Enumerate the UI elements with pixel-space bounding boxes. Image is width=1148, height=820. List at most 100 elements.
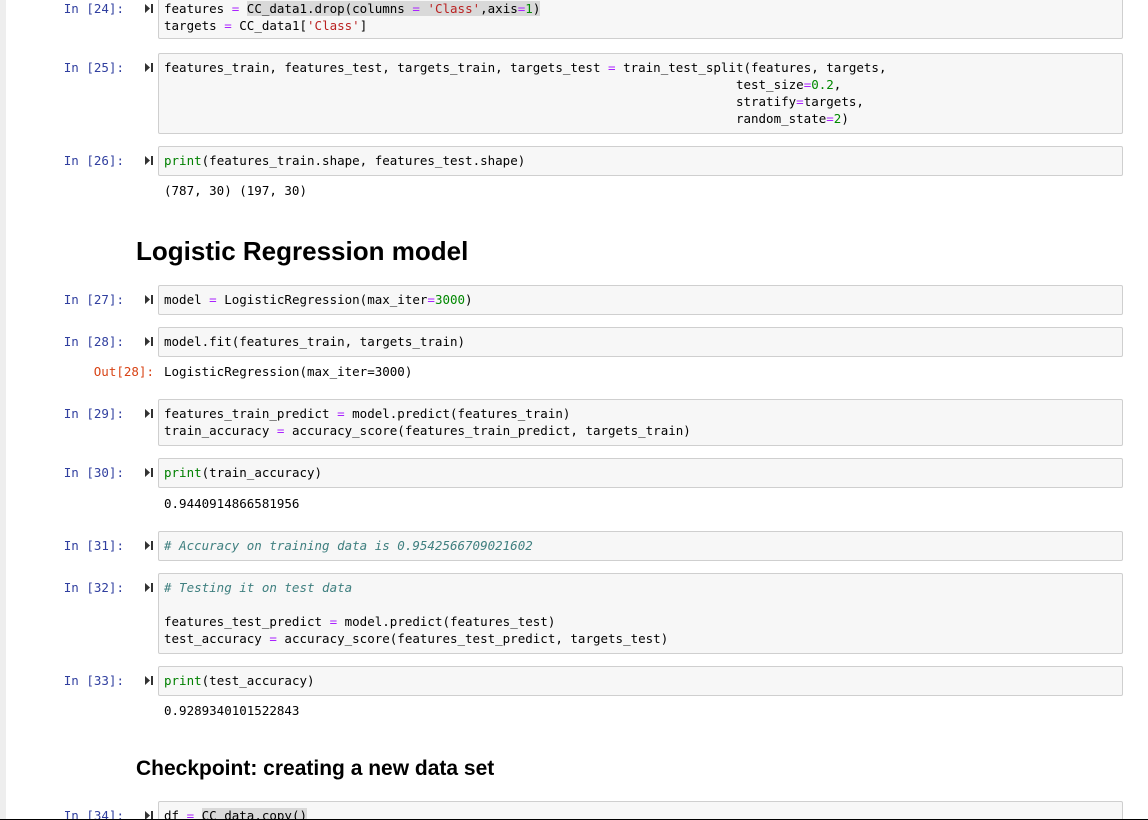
code-input[interactable]: model = LogisticRegression(max_iter=3000… xyxy=(158,285,1123,315)
input-prompt: In [30]: xyxy=(63,465,124,480)
code-token: 'Class' xyxy=(427,1,481,16)
code-token: CC_data1.drop(columns xyxy=(246,1,413,16)
run-cell-icon[interactable] xyxy=(144,59,154,76)
output-prompt: Out[28]: xyxy=(93,364,154,379)
input-prompt: In [29]: xyxy=(63,406,124,421)
input-prompt: In [24]: xyxy=(63,1,124,16)
code-text[interactable]: model.fit(features_train, targets_train) xyxy=(164,333,465,350)
code-token: train_test_split(features, targets, xyxy=(615,60,887,75)
code-token: ) xyxy=(841,111,849,126)
code-token: = xyxy=(224,18,232,33)
code-token: ,axis xyxy=(480,1,518,16)
section-heading: Logistic Regression model xyxy=(136,236,469,266)
code-token: 1 xyxy=(525,1,533,16)
code-token: print xyxy=(164,465,202,480)
notebook-page: In [24]: features = CC_data1.drop(column… xyxy=(6,0,1148,819)
input-prompt: In [26]: xyxy=(63,153,124,168)
code-input[interactable]: print(test_accuracy) xyxy=(158,666,1123,696)
code-text[interactable]: print(test_accuracy) xyxy=(164,672,315,689)
code-token: CC_data.copy() xyxy=(201,808,307,819)
code-token: features_train, features_test, targets_t… xyxy=(164,60,609,75)
code-token: print xyxy=(164,153,202,168)
run-cell-icon[interactable] xyxy=(144,464,154,481)
code-token: test_accuracy xyxy=(164,631,270,646)
code-token: 'Class' xyxy=(307,18,360,33)
code-token: = xyxy=(412,1,420,16)
code-input[interactable]: features_train, features_test, targets_t… xyxy=(158,53,1123,134)
code-token: model.predict(features_train) xyxy=(344,406,571,421)
code-token: LogisticRegression(max_iter xyxy=(216,292,428,307)
code-token: = xyxy=(269,631,277,646)
input-prompt: In [31]: xyxy=(63,538,124,553)
run-cell-icon[interactable] xyxy=(144,333,154,350)
code-token: CC_data1[ xyxy=(231,18,308,33)
code-token: , xyxy=(833,77,842,92)
code-input[interactable]: print(features_train.shape, features_tes… xyxy=(158,146,1123,176)
run-cell-icon[interactable] xyxy=(144,152,154,169)
code-token: ] xyxy=(359,18,368,33)
cell-output: 0.9289340101522843 xyxy=(164,703,300,718)
code-token: ) xyxy=(465,292,473,307)
code-token: = xyxy=(608,60,616,75)
code-token: = xyxy=(186,808,195,819)
input-prompt: In [27]: xyxy=(63,292,124,307)
code-token: features_test_predict xyxy=(164,614,330,629)
input-prompt: In [28]: xyxy=(63,334,124,349)
code-token: accuracy_score(features_train_predict, t… xyxy=(284,423,691,438)
run-cell-icon[interactable] xyxy=(144,579,154,596)
code-token: df xyxy=(164,808,187,819)
code-token: model xyxy=(164,292,210,307)
code-input[interactable]: features = CC_data1.drop(columns = 'Clas… xyxy=(158,0,1123,39)
code-input[interactable]: # Testing it on test data features_test_… xyxy=(158,573,1123,654)
code-token: test_size xyxy=(164,77,804,92)
code-token: print xyxy=(164,673,202,688)
input-prompt: In [25]: xyxy=(63,60,124,75)
code-text[interactable]: model = LogisticRegression(max_iter=3000… xyxy=(164,291,473,308)
input-prompt: In [34]: xyxy=(63,808,124,819)
run-cell-icon[interactable] xyxy=(144,0,154,17)
run-cell-icon[interactable] xyxy=(144,807,154,819)
code-token: # Accuracy on training data is 0.9542566… xyxy=(164,538,533,553)
code-input[interactable]: model.fit(features_train, targets_train) xyxy=(158,327,1123,357)
code-token: stratify xyxy=(164,94,797,109)
code-token: # Testing it on test data xyxy=(164,580,353,595)
code-token: 0.2 xyxy=(811,77,834,92)
input-prompt: In [32]: xyxy=(63,580,124,595)
code-text[interactable]: print(features_train.shape, features_tes… xyxy=(164,152,525,169)
code-text[interactable]: # Accuracy on training data is 0.9542566… xyxy=(164,537,533,554)
cell-output: LogisticRegression(max_iter=3000) xyxy=(164,364,413,379)
code-token: 3000 xyxy=(434,292,466,307)
code-input[interactable]: features_train_predict = model.predict(f… xyxy=(158,399,1123,446)
code-token: = xyxy=(826,111,834,126)
code-text[interactable]: print(train_accuracy) xyxy=(164,464,322,481)
code-text[interactable]: features_train_predict = model.predict(f… xyxy=(164,405,691,439)
section-heading: Checkpoint: creating a new data set xyxy=(136,757,495,780)
code-token: train_accuracy xyxy=(164,423,277,438)
run-cell-icon[interactable] xyxy=(144,405,154,422)
code-token: (train_accuracy) xyxy=(201,465,323,480)
run-cell-icon[interactable] xyxy=(144,537,154,554)
code-token: targets, xyxy=(803,94,864,109)
cell-output: 0.9440914866581956 xyxy=(164,496,300,511)
code-text[interactable]: # Testing it on test data features_test_… xyxy=(164,579,668,647)
code-text[interactable]: features_train, features_test, targets_t… xyxy=(164,59,886,127)
code-token: = xyxy=(427,292,435,307)
code-token: accuracy_score(features_test_predict, ta… xyxy=(276,631,669,646)
code-token: features_train_predict xyxy=(164,406,338,421)
code-input[interactable]: df = CC_data.copy() xyxy=(158,801,1123,819)
code-text[interactable]: df = CC_data.copy() xyxy=(164,807,307,819)
run-cell-icon[interactable] xyxy=(144,291,154,308)
code-token: = xyxy=(209,292,217,307)
code-token: (test_accuracy) xyxy=(201,673,315,688)
run-cell-icon[interactable] xyxy=(144,672,154,689)
code-input[interactable]: # Accuracy on training data is 0.9542566… xyxy=(158,531,1123,561)
code-token: = xyxy=(796,94,804,109)
code-token: = xyxy=(329,614,338,629)
code-token: features xyxy=(164,1,232,16)
cell-output: (787, 30) (197, 30) xyxy=(164,183,307,198)
code-input[interactable]: print(train_accuracy) xyxy=(158,458,1123,488)
code-text[interactable]: features = CC_data1.drop(columns = 'Clas… xyxy=(164,0,541,34)
code-token: random_state xyxy=(164,111,827,126)
code-token: = xyxy=(337,406,345,421)
